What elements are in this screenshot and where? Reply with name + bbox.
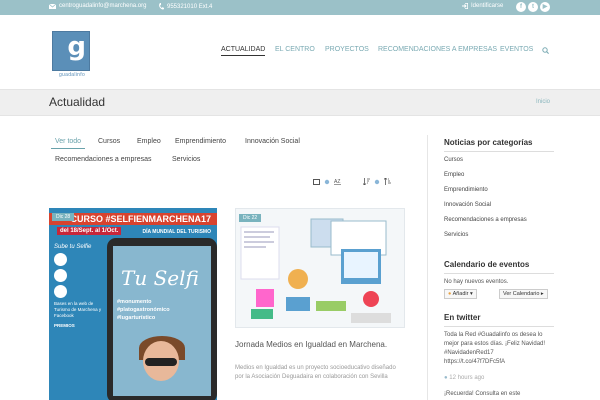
instagram-icon	[54, 253, 67, 266]
category-innovacion[interactable]: Innovación Social	[444, 202, 491, 208]
nav-proyectos[interactable]: PROYECTOS	[325, 46, 369, 53]
toggle-dot-icon[interactable]	[324, 179, 330, 185]
tweet-time: ● 12 hours ago	[444, 374, 556, 383]
card-date: Dic 28	[52, 213, 75, 221]
chevron-right-icon: ▸	[540, 291, 544, 297]
filter-recomendaciones[interactable]: Recomendaciones a empresas	[55, 156, 152, 163]
search-icon[interactable]	[542, 47, 549, 54]
sort-options	[363, 178, 391, 185]
email-text: centroguadalinfo@marchena.org	[59, 3, 147, 9]
sort-asc-icon[interactable]	[363, 178, 370, 185]
facebook-icon[interactable]: f	[516, 2, 526, 12]
phone-icon	[159, 3, 164, 10]
phone-screen: Tu Selfi #monumento #platogastronómico #…	[113, 246, 211, 396]
calendar-heading: Calendario de eventos	[444, 260, 530, 269]
side-premios: PREMIOS	[54, 323, 75, 328]
view-options: AZ	[313, 178, 341, 185]
svg-text:AZ: AZ	[334, 179, 340, 185]
sort-desc-icon[interactable]	[384, 178, 391, 185]
logo-text: guadalinfo	[58, 72, 86, 78]
phone-text: 955321010 Ext.4	[167, 3, 213, 10]
phone-illustration: Tu Selfi #monumento #platogastronómico #…	[107, 238, 217, 400]
login-link[interactable]: Identificarse	[462, 3, 503, 9]
card-banner: CURSO #SELFIENMARCHENA17	[49, 213, 217, 225]
twitter-icon: ●	[444, 375, 448, 381]
tag-plato: #platogastronómico	[117, 307, 170, 313]
tweet-time-label: 12 hours ago	[449, 375, 485, 381]
post-card-igualdad[interactable]: Dic 22	[235, 208, 405, 328]
rss-icon: ●	[448, 291, 452, 297]
card-side-info: Sube tu Selfie Bases en la web de Turism…	[54, 244, 104, 329]
filter-empleo[interactable]: Empleo	[137, 138, 161, 145]
phone-tags: #monumento #platogastronómico #lugarturí…	[117, 298, 170, 322]
tag-monumento: #monumento	[117, 299, 152, 305]
breadcrumb[interactable]: Inicio	[536, 99, 550, 105]
sunglasses	[145, 358, 177, 366]
top-bar: centroguadalinfo@marchena.org 955321010 …	[0, 0, 600, 15]
tag-lugar: #lugarturístico	[117, 315, 156, 321]
email-contact[interactable]: centroguadalinfo@marchena.org	[49, 3, 146, 9]
view-calendar-button[interactable]: Ver Calendario ▸	[499, 289, 548, 299]
chevron-down-icon: ▾	[470, 291, 473, 297]
side-bases: Bases en la web de Turismo de Marchena y…	[54, 301, 102, 318]
toggle-dot-icon[interactable]	[374, 179, 380, 185]
category-cursos[interactable]: Cursos	[444, 157, 463, 163]
card-dates: del 18/Sept. al 1/Oct.	[57, 227, 122, 235]
logo-letter: g	[67, 32, 86, 62]
filter-ver-todo[interactable]: Ver todo	[51, 138, 86, 149]
divider	[444, 326, 554, 327]
calendar-empty-text: No hay nuevos eventos.	[444, 279, 509, 285]
post-title[interactable]: Jornada Medios en Igualdad en Marchena.	[235, 339, 405, 350]
igualdad-illustration	[240, 218, 391, 323]
tweet-text: Toda la Red #Guadalinfo os desea lo mejo…	[444, 332, 546, 365]
tweet-text-2: ¡Recuerda! Consulta en este	[444, 391, 521, 397]
youtube-icon[interactable]: ▶	[540, 2, 550, 12]
twitter-icon[interactable]: t	[528, 2, 538, 12]
card-dia: DÍA MUNDIAL DEL TURISMO	[142, 229, 211, 235]
divider	[444, 151, 554, 152]
filter-emprendimiento[interactable]: Emprendimiento	[175, 138, 226, 145]
add-calendar-button[interactable]: ● Añadir ▾	[444, 289, 477, 299]
envelope-icon	[49, 3, 56, 9]
category-empleo[interactable]: Empleo	[444, 172, 464, 178]
page-title: Actualidad	[49, 95, 106, 109]
categories-heading: Noticias por categorías	[444, 138, 533, 147]
side-title: Sube tu Selfie	[54, 244, 92, 250]
view-button-label: Ver Calendario	[503, 291, 540, 297]
sidebar-divider	[427, 135, 428, 400]
nav-eventos[interactable]: EVENTOS	[500, 46, 533, 53]
login-icon	[462, 3, 468, 9]
phone-title: Tu Selfi	[121, 266, 199, 290]
post-card-selfie[interactable]: CURSO #SELFIENMARCHENA17 Dic 28 del 18/S…	[49, 208, 217, 400]
grid-view-icon[interactable]	[313, 178, 320, 185]
divider	[444, 273, 554, 274]
login-text: Identificarse	[471, 3, 504, 9]
facebook-icon	[54, 269, 67, 282]
page-title-bar: Actualidad Inicio	[0, 89, 600, 116]
sort-alpha-icon[interactable]: AZ	[334, 178, 341, 185]
site-logo[interactable]: g guadalinfo	[52, 31, 90, 78]
filter-servicios[interactable]: Servicios	[172, 156, 200, 163]
filter-cursos[interactable]: Cursos	[98, 138, 120, 145]
category-servicios[interactable]: Servicios	[444, 232, 468, 238]
twitter-icon	[54, 285, 67, 298]
filter-innovacion-social[interactable]: Innovación Social	[245, 138, 300, 145]
nav-recomendaciones[interactable]: RECOMENDACIONES A EMPRESAS	[378, 46, 497, 53]
phone-contact[interactable]: 955321010 Ext.4	[159, 3, 212, 10]
post-excerpt: Medios en Igualdad es un proyecto socioe…	[235, 365, 396, 380]
nav-el-centro[interactable]: EL CENTRO	[275, 46, 315, 53]
twitter-heading: En twitter	[444, 313, 481, 322]
category-recomendaciones[interactable]: Recomendaciones a empresas	[444, 217, 527, 223]
add-button-label: Añadir	[452, 291, 469, 297]
category-emprendimiento[interactable]: Emprendimiento	[444, 187, 488, 193]
nav-actualidad[interactable]: ACTUALIDAD	[221, 46, 266, 56]
